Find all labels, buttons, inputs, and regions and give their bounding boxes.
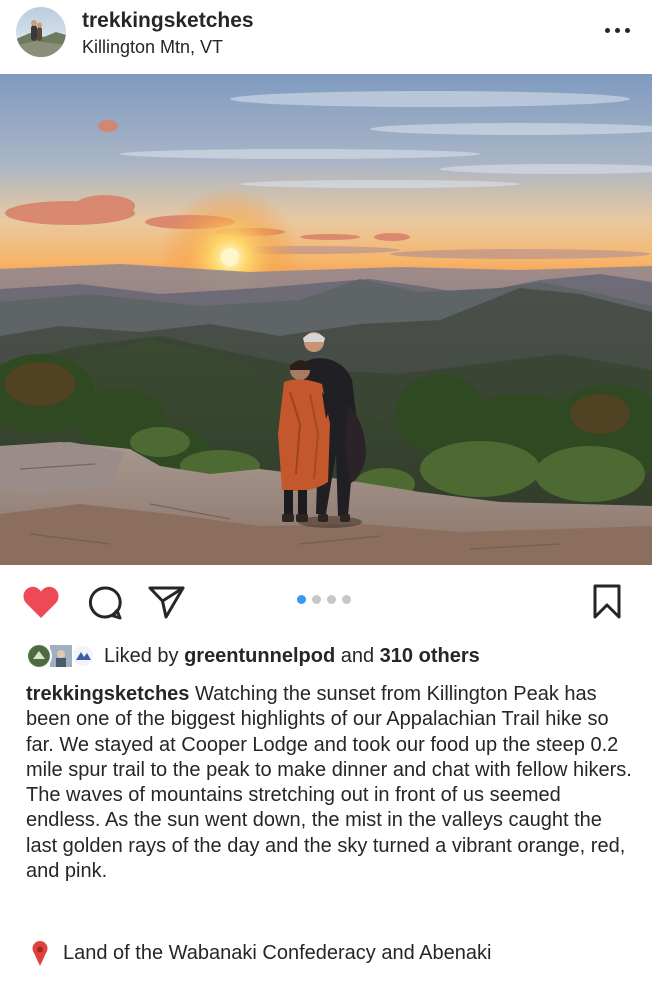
post-photo[interactable] (0, 74, 652, 565)
post-caption: trekkingsketches Watching the sunset fro… (26, 682, 636, 884)
post-actions (0, 565, 652, 637)
send-icon[interactable] (148, 585, 186, 624)
likes-middle: and (340, 645, 375, 667)
bookmark-icon[interactable] (592, 584, 622, 625)
location-pin-icon (30, 941, 50, 972)
likes-prefix: Liked by (104, 645, 179, 667)
heart-icon[interactable] (22, 585, 60, 624)
post-header: trekkingsketches Killington Mtn, VT (0, 0, 652, 74)
caption-username[interactable]: trekkingsketches (26, 683, 189, 705)
carousel-dot-active (297, 595, 306, 604)
land-acknowledgement: Land of the Wabanaki Confederacy and Abe… (28, 940, 628, 968)
profile-avatar[interactable] (16, 7, 66, 57)
comment-icon[interactable] (87, 585, 123, 626)
carousel-dot (312, 595, 321, 604)
post-location[interactable]: Killington Mtn, VT (82, 37, 223, 58)
likes-summary[interactable]: Liked by greentunnelpod and 310 others (26, 643, 626, 671)
land-text: Land of the Wabanaki Confederacy and Abe… (63, 942, 492, 964)
caption-text: Watching the sunset from Killington Peak… (26, 683, 632, 883)
likes-others-link[interactable]: 310 others (380, 645, 480, 667)
carousel-dot (327, 595, 336, 604)
likes-user-link[interactable]: greentunnelpod (184, 645, 335, 667)
liker-avatar (26, 643, 52, 669)
post-username[interactable]: trekkingsketches (82, 9, 254, 33)
likes-text: Liked by greentunnelpod and 310 others (104, 645, 480, 668)
more-options-icon[interactable] (603, 28, 631, 36)
carousel-dot (342, 595, 351, 604)
